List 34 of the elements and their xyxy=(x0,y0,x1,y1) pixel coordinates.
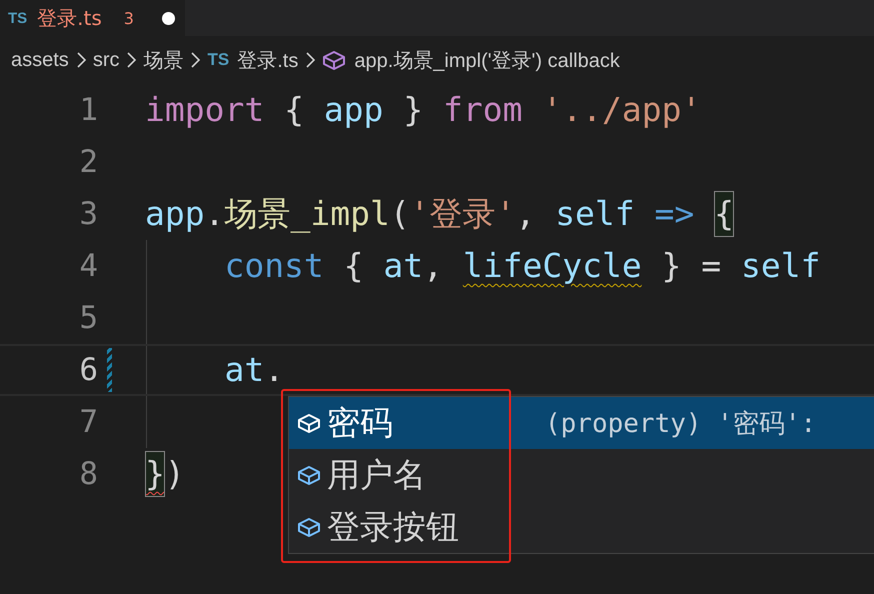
code-line: at. xyxy=(224,348,284,391)
cube-icon xyxy=(297,412,321,434)
chevron-icon xyxy=(74,51,87,69)
line-number: 6 xyxy=(78,352,98,388)
line-number: 2 xyxy=(78,144,98,180)
line-number: 8 xyxy=(78,456,98,492)
line-number: 1 xyxy=(78,92,98,128)
breadcrumb-item[interactable]: app.场景_impl('登录') callback xyxy=(354,46,620,74)
cube-icon xyxy=(297,464,321,486)
problem-count: 3 xyxy=(124,8,134,28)
editor-tab[interactable]: TS 登录.ts 3 xyxy=(0,0,185,36)
suggestion-item[interactable]: 密码 (property) '密码': xyxy=(289,397,874,449)
breadcrumb-item[interactable]: assets xyxy=(11,48,69,72)
line-number: 3 xyxy=(78,196,98,232)
suggestion-detail: (property) '密码': xyxy=(545,408,816,440)
chevron-icon xyxy=(189,51,202,69)
cube-icon xyxy=(322,49,346,71)
typescript-file-icon: TS xyxy=(8,10,28,26)
line-number: 7 xyxy=(78,404,98,440)
cube-icon xyxy=(297,516,321,538)
line-number: 4 xyxy=(78,248,98,284)
code-line: const { at, lifeCycle } = self xyxy=(224,244,820,287)
suggestion-item[interactable]: 用户名 xyxy=(289,449,874,501)
breadcrumb-item[interactable]: 场景 xyxy=(143,46,184,74)
typescript-file-icon: TS xyxy=(207,50,230,70)
breadcrumb-item[interactable]: src xyxy=(92,48,120,72)
breadcrumb-item[interactable]: 登录.ts xyxy=(237,46,298,74)
code-line: app.场景_impl('登录', self => { xyxy=(145,190,734,238)
suggestion-item[interactable]: 登录按钮 xyxy=(289,501,874,553)
chevron-icon xyxy=(125,51,138,69)
chevron-icon xyxy=(304,51,316,69)
code-line: import { app } from '../app' xyxy=(145,88,702,131)
line-number: 5 xyxy=(78,300,98,336)
tab-title: 登录.ts xyxy=(37,4,102,32)
